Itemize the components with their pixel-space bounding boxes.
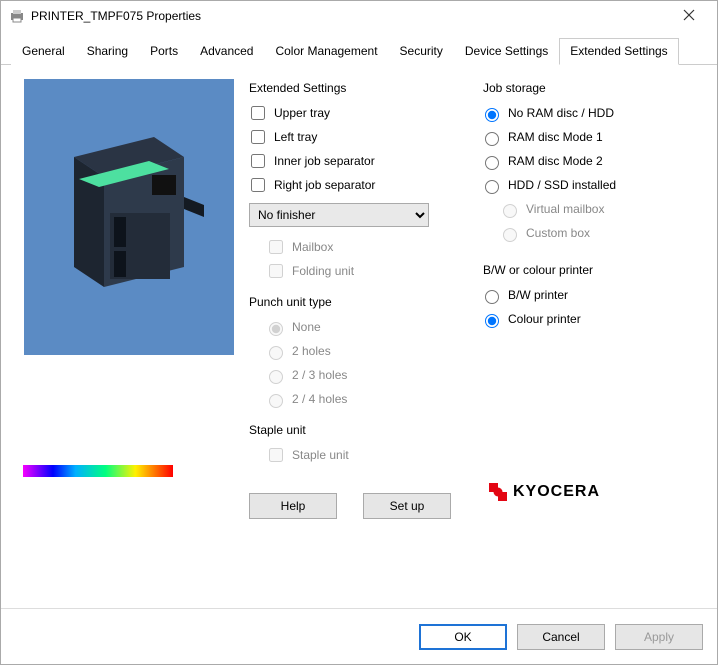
- staple-unit-checkbox: Staple unit: [249, 443, 469, 467]
- bw-printer-label: B/W printer: [508, 288, 568, 302]
- storage-noram-radio[interactable]: No RAM disc / HDD: [483, 101, 683, 125]
- tab-device-settings[interactable]: Device Settings: [454, 38, 559, 65]
- dialog-footer: OK Cancel Apply: [1, 608, 717, 664]
- tab-sharing[interactable]: Sharing: [76, 38, 139, 65]
- storage-hdd-label: HDD / SSD installed: [508, 178, 616, 192]
- storage-hdd-radio[interactable]: HDD / SSD installed: [483, 173, 683, 197]
- bw-printer-radio[interactable]: B/W printer: [483, 283, 683, 307]
- left-column: [23, 79, 235, 598]
- right-job-separator-label: Right job separator: [274, 178, 375, 192]
- punch-23-label: 2 / 3 holes: [292, 368, 347, 382]
- printer-preview: [24, 79, 234, 355]
- staple-unit-group: Staple unit Staple unit: [249, 421, 469, 467]
- left-tray-checkbox[interactable]: Left tray: [249, 125, 469, 149]
- storage-ram2-label: RAM disc Mode 2: [508, 154, 603, 168]
- staple-unit-label: Staple unit: [292, 448, 349, 462]
- punch-2-label: 2 holes: [292, 344, 331, 358]
- brand-logo: KYOCERA: [489, 483, 683, 501]
- tab-advanced[interactable]: Advanced: [189, 38, 264, 65]
- storage-ram1-label: RAM disc Mode 1: [508, 130, 603, 144]
- storage-ram2-radio[interactable]: RAM disc Mode 2: [483, 149, 683, 173]
- tab-color-management[interactable]: Color Management: [264, 38, 388, 65]
- close-icon[interactable]: [669, 1, 709, 31]
- tab-row: General Sharing Ports Advanced Color Man…: [1, 31, 717, 65]
- punch-24-label: 2 / 4 holes: [292, 392, 347, 406]
- mid-button-row: Help Set up: [249, 493, 469, 519]
- ok-button[interactable]: OK: [419, 624, 507, 650]
- storage-noram-label: No RAM disc / HDD: [508, 106, 614, 120]
- kyocera-mark-icon: [489, 483, 507, 501]
- punch-2-radio: 2 holes: [249, 339, 469, 363]
- punch-none-label: None: [292, 320, 321, 334]
- bw-colour-label: B/W or colour printer: [483, 263, 683, 277]
- titlebar: PRINTER_TMPF075 Properties: [1, 1, 717, 31]
- folding-unit-checkbox: Folding unit: [249, 259, 469, 283]
- storage-vmail-label: Virtual mailbox: [526, 202, 604, 216]
- brand-text: KYOCERA: [513, 483, 600, 501]
- tab-security[interactable]: Security: [389, 38, 454, 65]
- tab-extended-settings[interactable]: Extended Settings: [559, 38, 678, 65]
- punch-23-radio: 2 / 3 holes: [249, 363, 469, 387]
- punch-none-radio: None: [249, 315, 469, 339]
- punch-unit-group: Punch unit type None 2 holes 2 / 3 holes…: [249, 293, 469, 411]
- extended-settings-label: Extended Settings: [249, 81, 469, 95]
- tab-ports[interactable]: Ports: [139, 38, 189, 65]
- job-storage-group: Job storage No RAM disc / HDD RAM disc M…: [483, 79, 683, 245]
- folding-unit-label: Folding unit: [292, 264, 354, 278]
- punch-unit-label: Punch unit type: [249, 295, 469, 309]
- punch-24-radio: 2 / 4 holes: [249, 387, 469, 411]
- storage-cbox-radio: Custom box: [483, 221, 683, 245]
- storage-cbox-label: Custom box: [526, 226, 590, 240]
- printer-icon: [9, 8, 25, 24]
- color-capability-bar: [23, 465, 173, 477]
- left-tray-label: Left tray: [274, 130, 317, 144]
- inner-job-separator-label: Inner job separator: [274, 154, 375, 168]
- cancel-button[interactable]: Cancel: [517, 624, 605, 650]
- properties-window: PRINTER_TMPF075 Properties General Shari…: [0, 0, 718, 665]
- storage-vmail-radio: Virtual mailbox: [483, 197, 683, 221]
- help-button[interactable]: Help: [249, 493, 337, 519]
- upper-tray-checkbox[interactable]: Upper tray: [249, 101, 469, 125]
- bw-colour-group: B/W or colour printer B/W printer Colour…: [483, 261, 683, 331]
- colour-printer-radio[interactable]: Colour printer: [483, 307, 683, 331]
- window-title: PRINTER_TMPF075 Properties: [31, 9, 669, 23]
- job-storage-label: Job storage: [483, 81, 683, 95]
- storage-ram1-radio[interactable]: RAM disc Mode 1: [483, 125, 683, 149]
- apply-button: Apply: [615, 624, 703, 650]
- mailbox-label: Mailbox: [292, 240, 333, 254]
- upper-tray-label: Upper tray: [274, 106, 330, 120]
- inner-job-separator-checkbox[interactable]: Inner job separator: [249, 149, 469, 173]
- middle-column: Extended Settings Upper tray Left tray I…: [249, 79, 469, 598]
- right-job-separator-checkbox[interactable]: Right job separator: [249, 173, 469, 197]
- extended-settings-group: Extended Settings Upper tray Left tray I…: [249, 79, 469, 283]
- finisher-select[interactable]: No finisher: [249, 203, 429, 227]
- mailbox-checkbox: Mailbox: [249, 235, 469, 259]
- tab-content: Extended Settings Upper tray Left tray I…: [1, 65, 717, 608]
- setup-button[interactable]: Set up: [363, 493, 451, 519]
- staple-unit-group-label: Staple unit: [249, 423, 469, 437]
- right-column: Job storage No RAM disc / HDD RAM disc M…: [483, 79, 683, 598]
- colour-printer-label: Colour printer: [508, 312, 581, 326]
- tab-general[interactable]: General: [11, 38, 76, 65]
